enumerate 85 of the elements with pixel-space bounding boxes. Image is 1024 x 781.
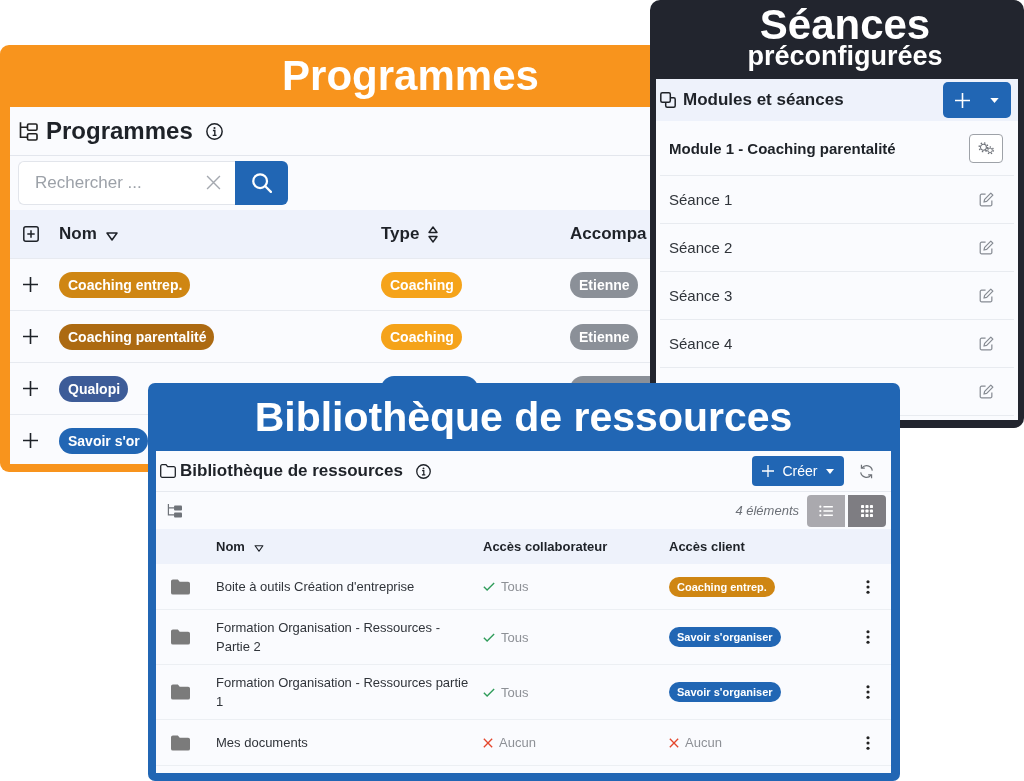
tag: Coaching entrep. xyxy=(669,576,775,597)
edit-icon[interactable] xyxy=(979,240,994,255)
tag: Qualopi xyxy=(59,375,129,402)
tag: Savoir s'or xyxy=(59,427,148,454)
grid-view-button[interactable] xyxy=(848,494,886,527)
folder-name: Formation Organisation - Ressources - Partie 2 xyxy=(216,618,441,656)
edit-icon[interactable] xyxy=(979,384,994,399)
tag: Coaching parentalité xyxy=(59,323,215,350)
check-icon xyxy=(483,687,495,697)
folder-icon xyxy=(171,734,190,751)
folder-name: Mes documents xyxy=(216,733,309,752)
kebab-menu-icon[interactable] xyxy=(866,579,870,594)
column-header: Accès client xyxy=(669,539,745,554)
sort-descending-icon[interactable] xyxy=(105,232,118,241)
create-button[interactable]: Créer xyxy=(752,456,844,486)
tag: Coaching entrep. xyxy=(59,271,191,298)
info-icon xyxy=(205,122,223,140)
tag: Savoir s'organiser xyxy=(669,627,781,647)
folder-icon xyxy=(171,578,190,595)
column-header: Accès collaborateur xyxy=(483,539,608,554)
banner-title: Séances xyxy=(759,6,931,44)
edit-icon[interactable] xyxy=(979,336,994,351)
add-button[interactable] xyxy=(943,82,1011,118)
hierarchy-icon[interactable] xyxy=(167,503,182,518)
item-count: 4 éléments xyxy=(735,503,799,518)
panel-title: Bibliothèque de ressources xyxy=(180,461,403,481)
panel-title: Modules et séances xyxy=(683,90,844,110)
grid-icon xyxy=(861,504,873,517)
access-label: Tous xyxy=(501,629,529,645)
plus-icon[interactable] xyxy=(23,277,38,292)
sort-descending-icon[interactable] xyxy=(253,544,264,552)
module-title: Module 1 - Coaching parentalité xyxy=(669,139,896,157)
search-icon xyxy=(251,173,272,193)
tag: Coaching xyxy=(381,271,462,298)
cross-icon xyxy=(483,737,493,748)
banner-title: Bibliothèque de ressources xyxy=(254,394,793,440)
folder-icon xyxy=(160,464,176,478)
refresh-icon[interactable] xyxy=(859,463,874,479)
access-label: Tous xyxy=(501,579,529,594)
plus-square-icon[interactable] xyxy=(23,226,39,242)
session-label[interactable]: Séance 2 xyxy=(669,239,733,256)
caret-down-icon xyxy=(990,97,999,103)
sort-icon[interactable] xyxy=(428,225,439,243)
kebab-menu-icon[interactable] xyxy=(866,630,870,644)
folder-name: Formation Organisation - Ressources partie 1 xyxy=(216,673,470,711)
column-header: Type xyxy=(381,224,420,244)
tag: Coaching xyxy=(381,323,462,350)
plus-icon[interactable] xyxy=(23,329,38,344)
session-label[interactable]: Séance 1 xyxy=(669,191,733,208)
search-button[interactable] xyxy=(235,161,288,205)
folder-icon xyxy=(171,629,190,645)
gears-icon xyxy=(977,141,995,155)
column-header: Accompa xyxy=(570,224,647,244)
tag: Savoir s'organiser xyxy=(669,682,781,702)
banner-title: Programmes xyxy=(282,52,539,100)
info-icon xyxy=(415,463,431,479)
kebab-menu-icon[interactable] xyxy=(866,685,870,699)
kebab-menu-icon[interactable] xyxy=(866,735,870,750)
search-field[interactable]: Rechercher ... xyxy=(18,161,235,205)
access-label: Tous xyxy=(501,684,529,700)
access-label: Aucun xyxy=(499,735,536,750)
list-icon xyxy=(819,504,833,517)
session-label[interactable]: Séance 3 xyxy=(669,287,733,304)
tag: Etienne xyxy=(570,271,638,298)
column-header: Nom xyxy=(59,224,97,244)
plus-icon xyxy=(762,465,775,477)
folder-icon xyxy=(171,684,190,700)
settings-button[interactable] xyxy=(969,133,1003,163)
check-icon xyxy=(483,632,495,642)
session-label[interactable]: Séance 4 xyxy=(669,335,733,352)
edit-icon[interactable] xyxy=(979,192,994,207)
caret-down-icon xyxy=(825,468,834,474)
cross-icon xyxy=(669,737,679,748)
plus-icon xyxy=(955,92,970,108)
access-label: Aucun xyxy=(685,735,722,750)
tag: Etienne xyxy=(570,323,638,350)
plus-icon[interactable] xyxy=(23,381,38,396)
hierarchy-icon xyxy=(18,121,38,141)
folder-name: Boite à outils Création d'entreprise xyxy=(216,577,416,596)
plus-icon[interactable] xyxy=(23,433,38,448)
panel-title: Programmes xyxy=(46,117,193,145)
column-header: Nom xyxy=(216,539,245,554)
check-icon xyxy=(483,582,495,591)
edit-icon[interactable] xyxy=(979,288,994,303)
overlapping-squares-icon xyxy=(660,92,676,108)
